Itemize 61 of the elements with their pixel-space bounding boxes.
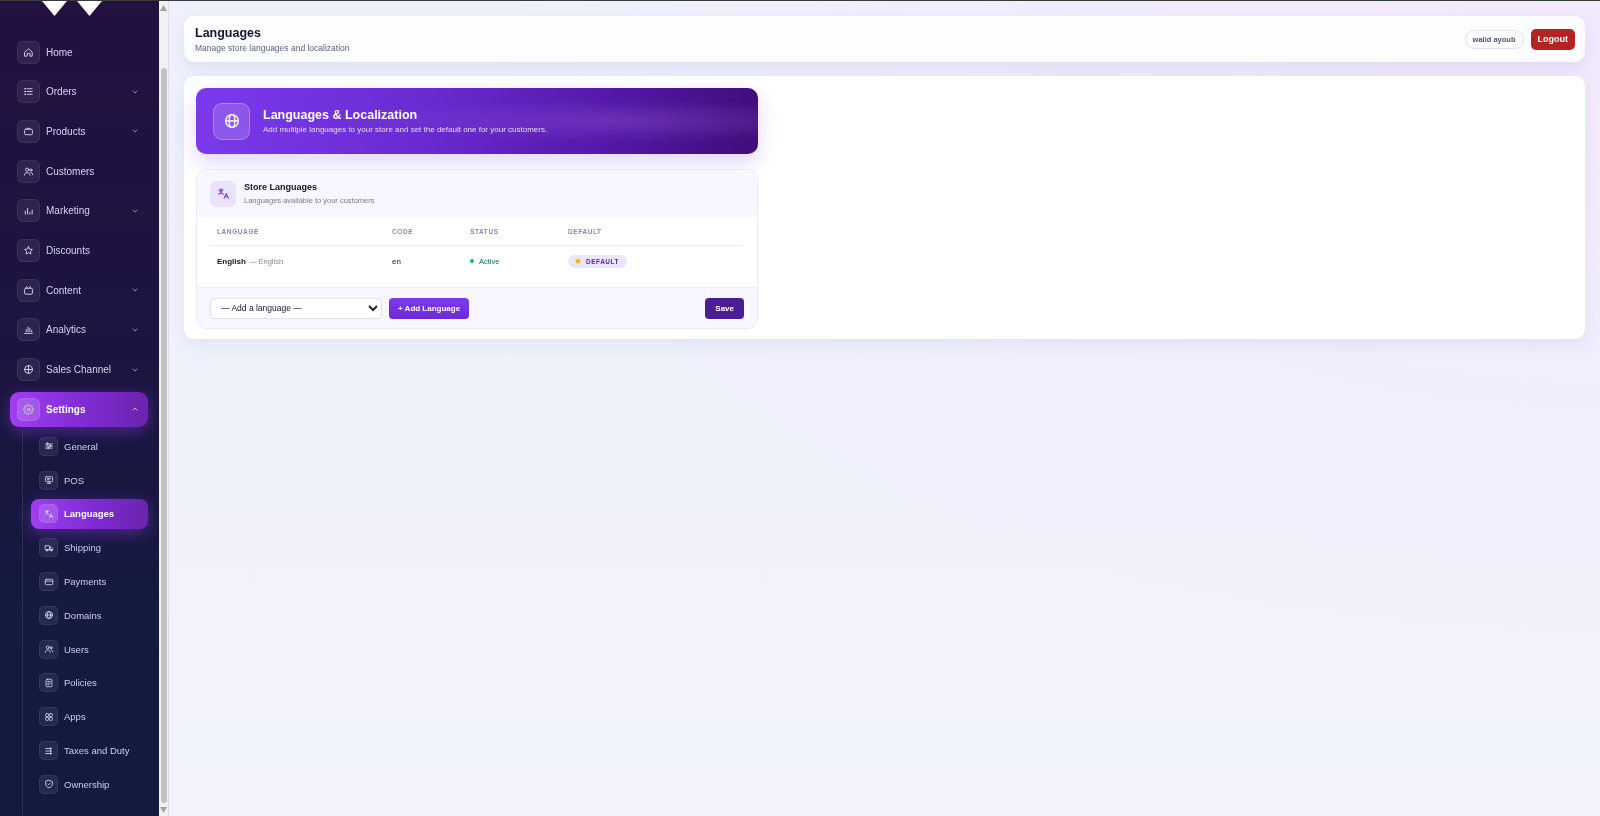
home-icon bbox=[17, 40, 40, 64]
column-chart-icon bbox=[17, 318, 40, 342]
briefcase-icon bbox=[17, 119, 40, 143]
shield-icon bbox=[39, 774, 58, 794]
nav-subitem[interactable]: Domains bbox=[31, 600, 148, 631]
banner-subtitle: Add multiple languages to your store and set the default one for your customers. bbox=[263, 124, 548, 135]
nav-item[interactable]: Home bbox=[10, 34, 148, 70]
nav-subitem[interactable]: Languages bbox=[31, 498, 148, 529]
nav-item[interactable]: Orders bbox=[10, 74, 148, 110]
nav-item[interactable]: Marketing bbox=[10, 193, 148, 229]
save-button[interactable]: Save bbox=[705, 297, 744, 319]
nav-item[interactable]: Analytics bbox=[10, 312, 148, 348]
globe-icon bbox=[213, 102, 250, 140]
star-icon bbox=[17, 238, 40, 262]
nav-item[interactable]: Content bbox=[10, 272, 148, 308]
nav-subitem[interactable]: Ownership bbox=[31, 769, 148, 800]
sliders-icon bbox=[39, 436, 58, 456]
users-icon bbox=[39, 639, 58, 659]
card-title: Store Languages bbox=[244, 182, 318, 193]
page-subtitle: Manage store languages and localization bbox=[195, 42, 350, 53]
document-icon bbox=[39, 673, 58, 693]
translate-icon bbox=[210, 180, 236, 207]
nav-subitem[interactable]: Policies bbox=[31, 667, 148, 698]
nav-subitem[interactable]: Taxes and Duty bbox=[31, 735, 148, 766]
language-select[interactable]: — Add a language — bbox=[210, 297, 382, 319]
truck-icon bbox=[39, 538, 58, 558]
gear-icon bbox=[17, 397, 40, 421]
translate-icon bbox=[39, 504, 58, 524]
globe-icon bbox=[39, 605, 58, 625]
nav-subitem[interactable]: Apps bbox=[31, 701, 148, 732]
scrollbar-thumb[interactable] bbox=[160, 68, 167, 803]
list-lines-icon bbox=[39, 741, 58, 761]
nav-item[interactable]: Sales Channel bbox=[10, 352, 148, 387]
nav-subitem[interactable]: General bbox=[31, 431, 148, 462]
bar-chart-icon bbox=[17, 199, 40, 223]
language-name: English bbox=[217, 256, 246, 266]
users-icon bbox=[17, 159, 40, 183]
circle-plus-icon bbox=[17, 358, 40, 381]
add-language-button[interactable]: + Add Language bbox=[389, 297, 470, 319]
credit-card-icon bbox=[39, 572, 58, 592]
star-icon bbox=[574, 257, 582, 265]
nav-subitem[interactable]: Payments bbox=[31, 566, 148, 597]
monitor-icon bbox=[39, 470, 58, 490]
list-icon bbox=[17, 80, 40, 104]
nav-item[interactable]: Products bbox=[10, 113, 148, 149]
logo-drawing bbox=[42, 1, 102, 16]
arrow-up-icon[interactable] bbox=[160, 5, 167, 11]
nav-subitem[interactable]: Shipping bbox=[31, 532, 148, 563]
scrollbar[interactable] bbox=[159, 1, 169, 816]
banner-title: Languages & Localization bbox=[263, 107, 419, 123]
tv-icon bbox=[17, 278, 40, 302]
nav-subitem[interactable]: POS bbox=[31, 465, 148, 496]
nav-item[interactable]: Discounts bbox=[10, 232, 148, 268]
nav-item[interactable]: Settings bbox=[10, 391, 148, 427]
nav-item[interactable]: Customers bbox=[10, 153, 148, 189]
nav-subitem[interactable]: Users bbox=[31, 634, 148, 665]
table-cell-text: en bbox=[392, 256, 402, 266]
page-title: Languages bbox=[195, 25, 262, 41]
logout-button[interactable]: Logout bbox=[1530, 28, 1575, 50]
grid-icon bbox=[39, 707, 58, 727]
arrow-down-icon[interactable] bbox=[160, 807, 167, 813]
